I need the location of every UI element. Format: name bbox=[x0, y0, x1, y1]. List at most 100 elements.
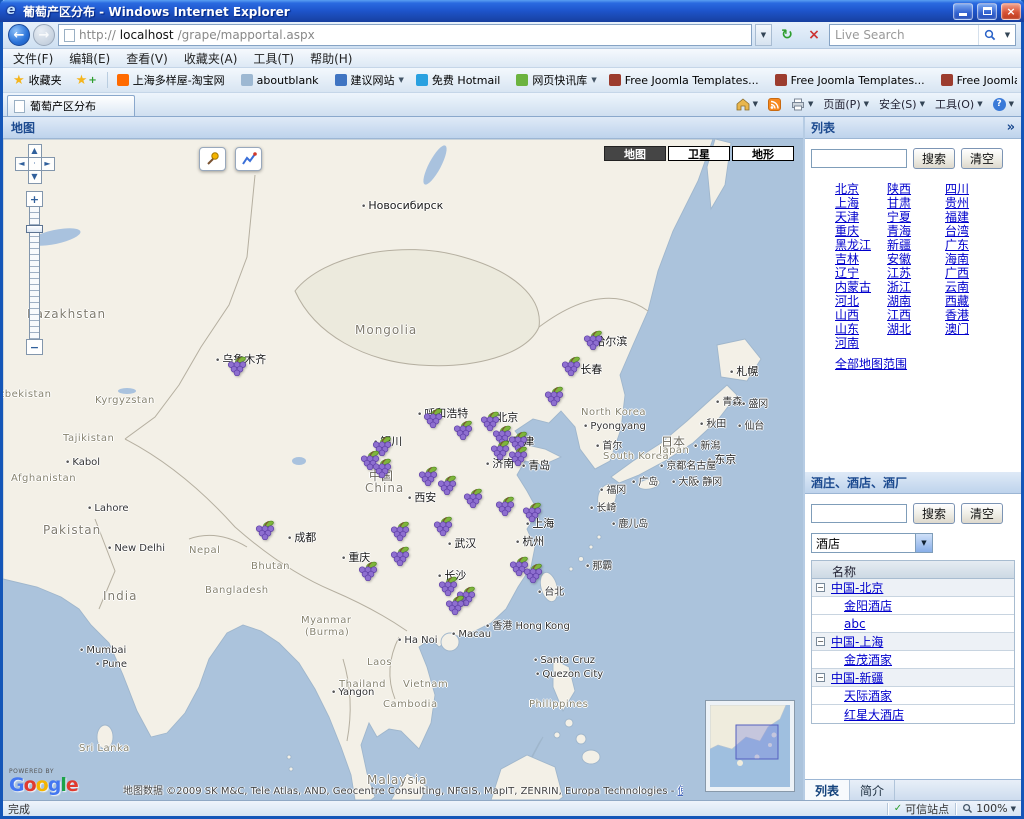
grape-marker[interactable] bbox=[521, 502, 543, 522]
favorites-bar-item[interactable]: aboutblank bbox=[236, 72, 328, 89]
zoom-in-button[interactable]: + bbox=[26, 191, 43, 207]
draw-tool-button[interactable] bbox=[199, 147, 226, 171]
venue-link[interactable]: abc bbox=[844, 617, 866, 631]
collapse-toggle-icon[interactable] bbox=[816, 583, 825, 592]
grape-marker[interactable] bbox=[560, 356, 582, 376]
province-link[interactable]: 陕西 bbox=[887, 183, 945, 196]
grape-marker[interactable] bbox=[432, 516, 454, 536]
venue-link[interactable]: 中国-上海 bbox=[831, 633, 883, 650]
safety-menu-button[interactable]: 安全(S)▼ bbox=[876, 94, 928, 114]
pan-left-button[interactable]: ◄ bbox=[15, 157, 29, 171]
menu-item[interactable]: 编辑(E) bbox=[61, 49, 118, 68]
province-search-button[interactable]: 搜索 bbox=[913, 148, 955, 169]
minimize-button[interactable] bbox=[953, 3, 973, 20]
zoom-out-button[interactable]: − bbox=[26, 339, 43, 355]
help-button[interactable]: ?▼ bbox=[990, 96, 1017, 113]
favorites-bar-item[interactable]: 网页快讯库 ▼ bbox=[511, 70, 601, 90]
grape-marker[interactable] bbox=[452, 420, 474, 440]
province-link[interactable]: 贵州 bbox=[945, 197, 1003, 210]
grape-marker[interactable] bbox=[436, 475, 458, 495]
print-button[interactable]: ▼ bbox=[788, 96, 816, 113]
address-history-dropdown[interactable]: ▼ bbox=[755, 24, 772, 46]
zoom-control[interactable]: 100% ▼ bbox=[962, 802, 1016, 815]
venue-search-button[interactable]: 搜索 bbox=[913, 503, 955, 524]
province-link[interactable]: 浙江 bbox=[887, 281, 945, 294]
grape-marker[interactable] bbox=[522, 563, 544, 583]
menu-item[interactable]: 文件(F) bbox=[5, 49, 61, 68]
menu-item[interactable]: 收藏夹(A) bbox=[176, 49, 246, 68]
province-link[interactable]: 上海 bbox=[835, 197, 887, 210]
venue-category-select[interactable]: 酒店 ▼ bbox=[811, 533, 933, 553]
grape-marker[interactable] bbox=[357, 561, 379, 581]
grape-marker[interactable] bbox=[254, 520, 276, 540]
province-link[interactable]: 江西 bbox=[887, 309, 945, 322]
security-zone[interactable]: ✓ 可信站点 bbox=[894, 801, 949, 817]
tools-menu-button[interactable]: 工具(O)▼ bbox=[932, 94, 986, 114]
venue-link[interactable]: 红星大酒店 bbox=[844, 706, 904, 723]
grape-marker[interactable] bbox=[389, 546, 411, 566]
pan-right-button[interactable]: ► bbox=[41, 157, 55, 171]
venue-row[interactable]: abc bbox=[812, 615, 1014, 633]
pan-down-button[interactable]: ▼ bbox=[28, 170, 42, 184]
grape-marker[interactable] bbox=[444, 595, 466, 615]
province-search-input[interactable] bbox=[811, 149, 907, 168]
title-bar[interactable]: e 葡萄产区分布 - Windows Internet Explorer × bbox=[0, 0, 1024, 22]
zoom-dropdown-icon[interactable]: ▼ bbox=[1011, 805, 1016, 813]
favorites-bar-item[interactable]: 免费 Hotmail bbox=[411, 70, 509, 90]
province-link[interactable]: 甘肃 bbox=[887, 197, 945, 210]
address-bar[interactable]: http://localhost/grape/mapportal.aspx bbox=[58, 24, 752, 46]
favorites-bar-item[interactable]: Free Joomla Templates... bbox=[770, 72, 934, 89]
grape-marker[interactable] bbox=[543, 386, 565, 406]
province-link[interactable]: 重庆 bbox=[835, 225, 887, 238]
zoom-slider-handle[interactable] bbox=[26, 225, 43, 233]
favorites-bar-item[interactable]: 建议网站 ▼ bbox=[330, 70, 409, 90]
overview-map[interactable] bbox=[705, 700, 795, 792]
province-link[interactable]: 云南 bbox=[945, 281, 1003, 294]
venue-clear-button[interactable]: 清空 bbox=[961, 503, 1003, 524]
pan-up-button[interactable]: ▲ bbox=[28, 144, 42, 158]
overview-viewport[interactable] bbox=[736, 725, 778, 759]
province-link[interactable]: 宁夏 bbox=[887, 211, 945, 224]
venue-row[interactable]: 中国-北京 bbox=[812, 579, 1014, 597]
venue-link[interactable]: 金茂酒家 bbox=[844, 651, 892, 668]
home-button[interactable]: ▼ bbox=[733, 96, 761, 113]
province-link[interactable]: 河北 bbox=[835, 295, 887, 308]
menu-item[interactable]: 查看(V) bbox=[118, 49, 176, 68]
venue-row[interactable]: 中国-上海 bbox=[812, 633, 1014, 651]
favorites-bar-item[interactable]: Free Joomla Templates... bbox=[936, 72, 1017, 89]
search-options-dropdown[interactable]: ▼ bbox=[1000, 25, 1015, 45]
search-icon[interactable] bbox=[978, 25, 1000, 45]
grape-marker[interactable] bbox=[422, 408, 444, 428]
venue-row[interactable]: 金茂酒家 bbox=[812, 651, 1014, 669]
venue-row[interactable]: 红星大酒店 bbox=[812, 705, 1014, 723]
province-link[interactable]: 台湾 bbox=[945, 225, 1003, 238]
full-map-extent-link[interactable]: 全部地图范围 bbox=[835, 355, 1021, 372]
tab-grape-map[interactable]: 葡萄产区分布 bbox=[7, 95, 135, 116]
favorites-bar-item[interactable]: Free Joomla Templates... bbox=[604, 72, 768, 89]
grape-marker[interactable] bbox=[389, 521, 411, 541]
province-link[interactable]: 海南 bbox=[945, 253, 1003, 266]
province-link[interactable]: 湖北 bbox=[887, 323, 945, 336]
province-link[interactable]: 广西 bbox=[945, 267, 1003, 280]
province-link[interactable]: 安徽 bbox=[887, 253, 945, 266]
province-link[interactable]: 福建 bbox=[945, 211, 1003, 224]
province-link[interactable]: 澳门 bbox=[945, 323, 1003, 336]
add-favorite-button[interactable]: ★+ bbox=[70, 72, 103, 89]
province-link[interactable]: 黑龙江 bbox=[835, 239, 887, 252]
collapse-toggle-icon[interactable] bbox=[816, 673, 825, 682]
grape-marker[interactable] bbox=[507, 446, 529, 466]
grape-marker[interactable] bbox=[582, 330, 604, 350]
menu-item[interactable]: 工具(T) bbox=[245, 49, 302, 68]
menu-item[interactable]: 帮助(H) bbox=[302, 49, 360, 68]
refresh-button[interactable]: ↻ bbox=[775, 24, 799, 46]
google-wordmark[interactable]: Google bbox=[9, 774, 78, 796]
venue-link[interactable]: 天际酒家 bbox=[844, 687, 892, 704]
province-link[interactable]: 四川 bbox=[945, 183, 1003, 196]
search-input[interactable] bbox=[830, 28, 978, 42]
venue-link[interactable]: 中国-北京 bbox=[831, 579, 883, 596]
venue-link[interactable]: 金阳酒店 bbox=[844, 597, 892, 614]
maximize-button[interactable] bbox=[977, 3, 997, 20]
venue-row[interactable]: 中国-新疆 bbox=[812, 669, 1014, 687]
province-link[interactable]: 山西 bbox=[835, 309, 887, 322]
back-button[interactable]: ← bbox=[8, 24, 30, 46]
